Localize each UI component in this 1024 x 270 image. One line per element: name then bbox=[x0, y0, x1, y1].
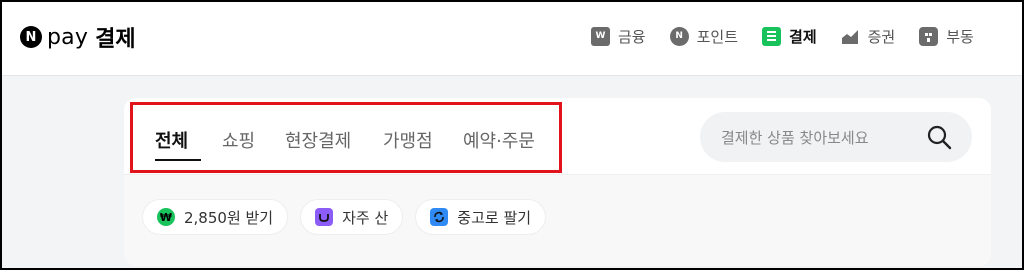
wallet-icon: W bbox=[591, 26, 610, 46]
nav-item-point[interactable]: N 포인트 bbox=[669, 26, 739, 47]
app-window: N pay 결제 W 금융 N 포인트 결제 증권 부동 전체 쇼핑 현장결제 … bbox=[0, 0, 1024, 270]
nav-item-payment[interactable]: 결제 bbox=[762, 26, 817, 47]
active-tab-indicator bbox=[155, 159, 201, 161]
nav-item-label: 부동 bbox=[946, 27, 974, 46]
nav-item-label: 결제 bbox=[789, 27, 817, 46]
chip-label: 자주 산 bbox=[342, 208, 389, 227]
logo-pay-text: pay bbox=[47, 24, 89, 50]
page-title: 결제 bbox=[95, 27, 136, 52]
tab-all[interactable]: 전체 bbox=[155, 127, 188, 153]
chip-frequently-bought[interactable]: 자주 산 bbox=[300, 199, 404, 235]
chip-label: 중고로 팔기 bbox=[457, 208, 532, 227]
quick-action-chips: ₩ 2,850원 받기 자주 산 중고로 팔기 bbox=[142, 199, 558, 235]
nav-item-label: 포인트 bbox=[696, 27, 739, 46]
chip-label: 2,850원 받기 bbox=[184, 208, 274, 227]
naver-n-logo-icon: N bbox=[20, 26, 42, 48]
chip-sell-used[interactable]: 중고로 팔기 bbox=[415, 199, 547, 235]
search-input[interactable]: 결제한 상품 찾아보세요 bbox=[700, 112, 972, 162]
divider bbox=[124, 174, 991, 175]
naver-pay-coin-icon: ₩ bbox=[157, 208, 175, 226]
search-icon[interactable] bbox=[926, 124, 952, 150]
point-icon: N bbox=[669, 26, 689, 46]
service-nav: W 금융 N 포인트 결제 증권 부동 bbox=[591, 24, 998, 48]
recycle-icon bbox=[430, 208, 449, 226]
nav-item-finance[interactable]: W 금융 bbox=[591, 26, 646, 47]
tab-reservation-order[interactable]: 예약·주문 bbox=[463, 127, 535, 153]
nav-item-stock[interactable]: 증권 bbox=[841, 26, 896, 47]
search-placeholder: 결제한 상품 찾아보세요 bbox=[721, 129, 869, 147]
payment-history-card: 전체 쇼핑 현장결제 가맹점 예약·주문 결제한 상품 찾아보세요 ₩ 2,85… bbox=[124, 98, 991, 266]
stock-chart-icon bbox=[841, 27, 860, 46]
receipt-icon bbox=[762, 26, 782, 46]
nav-item-label: 금융 bbox=[618, 27, 646, 46]
naver-pay-logo[interactable]: N pay 결제 bbox=[20, 22, 136, 52]
tab-merchant[interactable]: 가맹점 bbox=[383, 127, 433, 153]
chip-receive-points[interactable]: ₩ 2,850원 받기 bbox=[142, 199, 289, 235]
top-navigation-bar: N pay 결제 W 금융 N 포인트 결제 증권 부동 bbox=[2, 2, 1022, 76]
tab-onsite-payment[interactable]: 현장결제 bbox=[285, 127, 351, 153]
shopping-bag-icon bbox=[315, 208, 334, 226]
nav-item-realty[interactable]: 부동 bbox=[919, 26, 974, 47]
tab-shopping[interactable]: 쇼핑 bbox=[222, 127, 255, 153]
building-icon bbox=[919, 26, 939, 46]
nav-item-label: 증권 bbox=[867, 27, 896, 46]
tab-bar-highlight: 전체 쇼핑 현장결제 가맹점 예약·주문 bbox=[130, 102, 562, 173]
